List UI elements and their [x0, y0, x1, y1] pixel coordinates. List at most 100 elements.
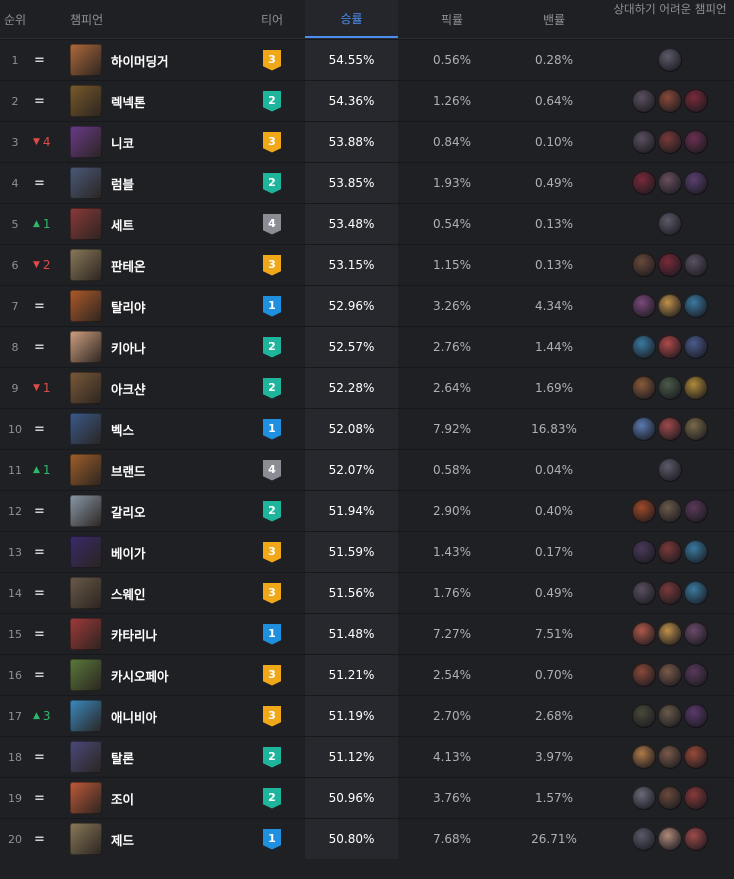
table-row[interactable]: 11 ▲ 1 브랜드 4 52.07% 0.58% 0.04% — [0, 449, 734, 490]
counter-champion-icon[interactable] — [658, 417, 682, 441]
counter-champion-icon[interactable] — [658, 499, 682, 523]
counter-champion-icon[interactable] — [684, 745, 708, 769]
counter-champion-icon[interactable] — [658, 622, 682, 646]
counter-champion-icon[interactable] — [658, 335, 682, 359]
champion-name[interactable]: 렉넥톤 — [111, 81, 146, 121]
champion-name[interactable]: 아크샨 — [111, 368, 146, 408]
header-win-rate[interactable]: 승률 — [305, 0, 398, 38]
counter-champion-icon[interactable] — [684, 499, 708, 523]
counter-champion-icon[interactable] — [658, 130, 682, 154]
table-row[interactable]: 14 = 스웨인 3 51.56% 1.76% 0.49% — [0, 572, 734, 613]
champion-name[interactable]: 베이가 — [111, 532, 146, 572]
counter-champion-icon[interactable] — [658, 745, 682, 769]
counter-champion-icon[interactable] — [658, 786, 682, 810]
champion-name[interactable]: 카타리나 — [111, 614, 157, 654]
table-row[interactable]: 6 ▼ 2 판테온 3 53.15% 1.15% 0.13% — [0, 244, 734, 285]
table-row[interactable]: 8 = 키아나 2 52.57% 2.76% 1.44% — [0, 326, 734, 367]
champion-portrait[interactable] — [70, 368, 102, 408]
champion-name[interactable]: 카시오페아 — [111, 655, 169, 695]
counter-champion-icon[interactable] — [632, 704, 656, 728]
champion-portrait[interactable] — [70, 81, 102, 121]
champion-portrait[interactable] — [70, 204, 102, 244]
champion-portrait[interactable] — [70, 573, 102, 613]
champion-portrait[interactable] — [70, 122, 102, 162]
champion-portrait[interactable] — [70, 327, 102, 367]
champion-portrait[interactable] — [70, 614, 102, 654]
counter-champion-icon[interactable] — [632, 294, 656, 318]
counter-champion-icon[interactable] — [658, 376, 682, 400]
counter-champion-icon[interactable] — [658, 294, 682, 318]
header-ban-rate[interactable]: 밴률 — [505, 0, 603, 38]
counter-champion-icon[interactable] — [632, 663, 656, 687]
champion-name[interactable]: 하이머딩거 — [111, 40, 169, 80]
counter-champion-icon[interactable] — [684, 417, 708, 441]
table-row[interactable]: 19 = 조이 2 50.96% 3.76% 1.57% — [0, 777, 734, 818]
table-row[interactable]: 2 = 렉넥톤 2 54.36% 1.26% 0.64% — [0, 80, 734, 121]
counter-champion-icon[interactable] — [632, 253, 656, 277]
counter-champion-icon[interactable] — [632, 786, 656, 810]
counter-champion-icon[interactable] — [684, 294, 708, 318]
header-pick-rate[interactable]: 픽률 — [402, 0, 502, 38]
counter-champion-icon[interactable] — [632, 581, 656, 605]
champion-name[interactable]: 제드 — [111, 819, 134, 859]
table-row[interactable]: 18 = 탈론 2 51.12% 4.13% 3.97% — [0, 736, 734, 777]
counter-champion-icon[interactable] — [684, 540, 708, 564]
counter-champion-icon[interactable] — [684, 581, 708, 605]
counter-champion-icon[interactable] — [632, 130, 656, 154]
counter-champion-icon[interactable] — [658, 212, 682, 236]
counter-champion-icon[interactable] — [632, 335, 656, 359]
counter-champion-icon[interactable] — [658, 827, 682, 851]
counter-champion-icon[interactable] — [658, 48, 682, 72]
table-row[interactable]: 9 ▼ 1 아크샨 2 52.28% 2.64% 1.69% — [0, 367, 734, 408]
counter-champion-icon[interactable] — [684, 253, 708, 277]
counter-champion-icon[interactable] — [632, 376, 656, 400]
counter-champion-icon[interactable] — [658, 171, 682, 195]
table-row[interactable]: 1 = 하이머딩거 3 54.55% 0.56% 0.28% — [0, 39, 734, 80]
counter-champion-icon[interactable] — [684, 663, 708, 687]
counter-champion-icon[interactable] — [684, 376, 708, 400]
header-tier[interactable]: 티어 — [257, 0, 287, 38]
counter-champion-icon[interactable] — [658, 458, 682, 482]
champion-portrait[interactable] — [70, 819, 102, 859]
table-row[interactable]: 12 = 갈리오 2 51.94% 2.90% 0.40% — [0, 490, 734, 531]
table-row[interactable]: 20 = 제드 1 50.80% 7.68% 26.71% — [0, 818, 734, 859]
table-row[interactable]: 7 = 탈리야 1 52.96% 3.26% 4.34% — [0, 285, 734, 326]
champion-portrait[interactable] — [70, 778, 102, 818]
counter-champion-icon[interactable] — [658, 663, 682, 687]
header-champion[interactable]: 챔피언 — [70, 0, 103, 38]
table-row[interactable]: 17 ▲ 3 애니비아 3 51.19% 2.70% 2.68% — [0, 695, 734, 736]
counter-champion-icon[interactable] — [632, 417, 656, 441]
champion-name[interactable]: 스웨인 — [111, 573, 146, 613]
champion-name[interactable]: 애니비아 — [111, 696, 157, 736]
champion-name[interactable]: 탈리야 — [111, 286, 146, 326]
counter-champion-icon[interactable] — [632, 540, 656, 564]
champion-name[interactable]: 벡스 — [111, 409, 134, 449]
champion-name[interactable]: 키아나 — [111, 327, 146, 367]
counter-champion-icon[interactable] — [684, 130, 708, 154]
champion-name[interactable]: 세트 — [111, 204, 134, 244]
champion-name[interactable]: 니코 — [111, 122, 134, 162]
counter-champion-icon[interactable] — [684, 786, 708, 810]
champion-portrait[interactable] — [70, 450, 102, 490]
counter-champion-icon[interactable] — [658, 253, 682, 277]
champion-name[interactable]: 조이 — [111, 778, 134, 818]
counter-champion-icon[interactable] — [684, 89, 708, 113]
counter-champion-icon[interactable] — [658, 704, 682, 728]
counter-champion-icon[interactable] — [632, 827, 656, 851]
counter-champion-icon[interactable] — [684, 622, 708, 646]
counter-champion-icon[interactable] — [632, 622, 656, 646]
champion-portrait[interactable] — [70, 40, 102, 80]
table-row[interactable]: 3 ▼ 4 니코 3 53.88% 0.84% 0.10% — [0, 121, 734, 162]
table-row[interactable]: 10 = 벡스 1 52.08% 7.92% 16.83% — [0, 408, 734, 449]
counter-champion-icon[interactable] — [684, 704, 708, 728]
champion-portrait[interactable] — [70, 245, 102, 285]
champion-portrait[interactable] — [70, 491, 102, 531]
counter-champion-icon[interactable] — [632, 89, 656, 113]
champion-portrait[interactable] — [70, 696, 102, 736]
champion-portrait[interactable] — [70, 737, 102, 777]
champion-portrait[interactable] — [70, 532, 102, 572]
champion-name[interactable]: 판테온 — [111, 245, 146, 285]
champion-portrait[interactable] — [70, 286, 102, 326]
table-row[interactable]: 13 = 베이가 3 51.59% 1.43% 0.17% — [0, 531, 734, 572]
counter-champion-icon[interactable] — [632, 171, 656, 195]
